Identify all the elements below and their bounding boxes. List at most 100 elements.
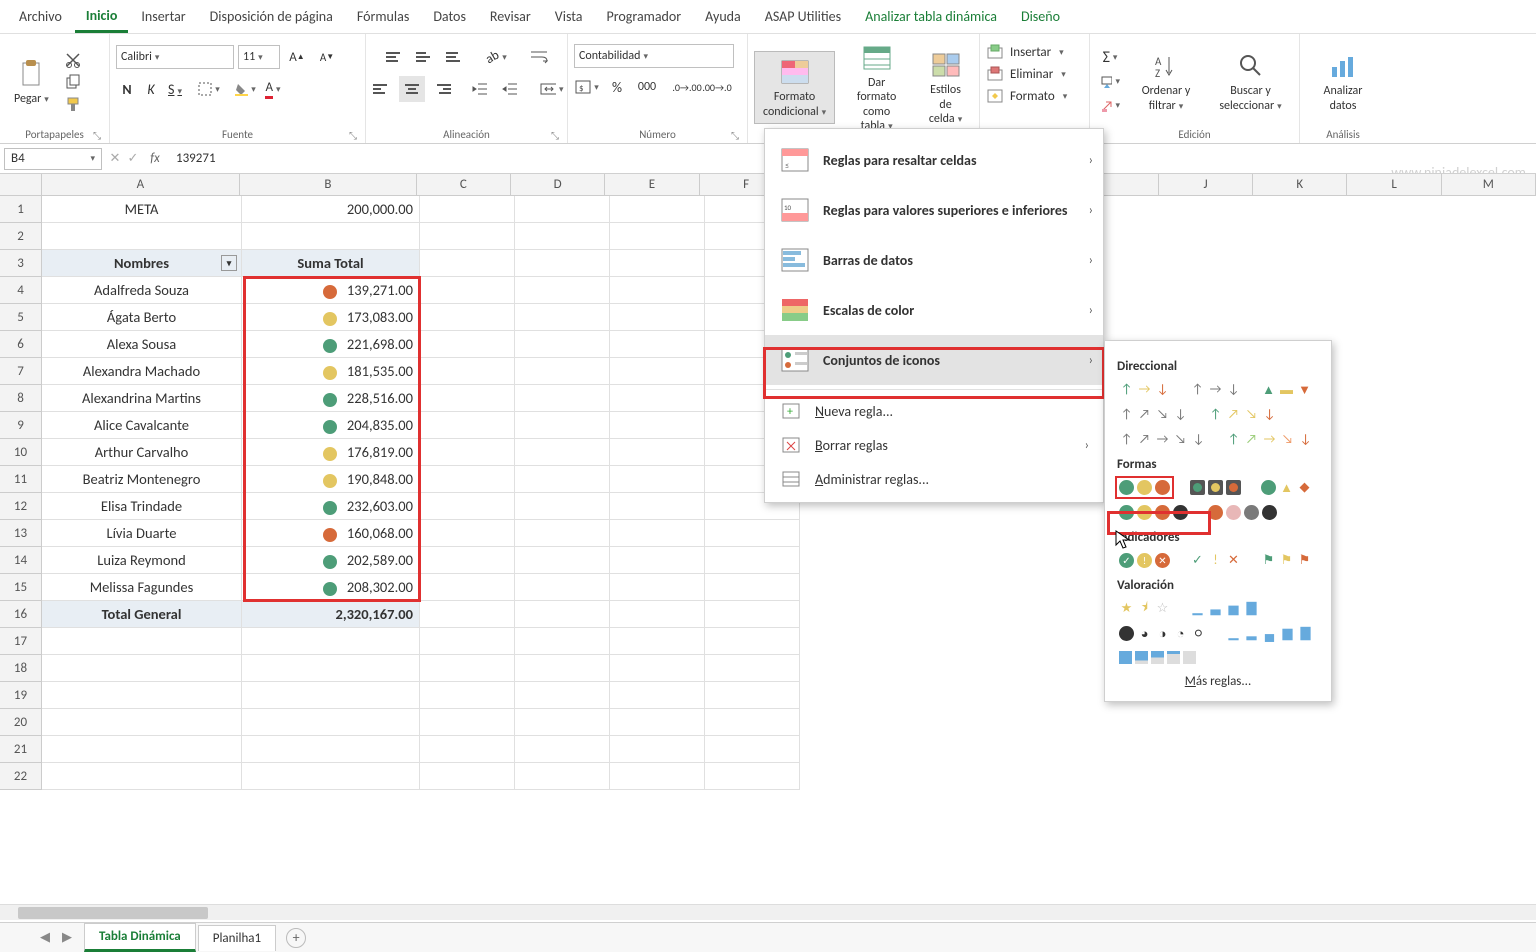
pivot-header-total[interactable]: Suma Total (242, 250, 420, 277)
value-cell[interactable]: 176,819.00 (242, 439, 420, 466)
select-all-corner[interactable] (0, 174, 42, 196)
name-cell[interactable]: Alexandra Machado (42, 358, 242, 385)
cf-color-scales[interactable]: Escalas de color› (765, 285, 1103, 335)
tab-nav-next[interactable]: ▶ (62, 930, 72, 945)
row-header[interactable]: 1 (0, 196, 42, 223)
name-cell[interactable]: Ágata Berto (42, 304, 242, 331)
iconset-3arrows-colored[interactable]: ↑→↓ (1117, 380, 1172, 399)
font-dialog-launcher[interactable]: ⤡ (349, 129, 361, 141)
iconset-more-rules[interactable]: Más reglas... (1117, 666, 1319, 691)
sheet-tab-dinamica[interactable]: Tabla Dinámica (84, 923, 196, 952)
menu-archivo[interactable]: Archivo (8, 2, 73, 31)
menu-ayuda[interactable]: Ayuda (694, 2, 752, 31)
insert-cells-button[interactable]: Insertar▾ (986, 42, 1064, 62)
sheet-tab-planilha1[interactable]: Planilha1 (198, 925, 276, 951)
border-button[interactable] (196, 76, 222, 102)
paste-button[interactable]: Pegar (6, 54, 57, 110)
delete-cells-button[interactable]: Eliminar▾ (986, 64, 1066, 84)
cell-styles-button[interactable]: Estilos de celda (918, 45, 973, 130)
iconset-4-traffic-lights[interactable] (1117, 503, 1190, 522)
iconset-3-stars[interactable]: ★⯨☆ (1117, 599, 1172, 618)
format-cells-button[interactable]: Formato▾ (986, 86, 1067, 106)
iconset-3triangles[interactable]: ▲▬▼ (1259, 380, 1314, 399)
name-cell[interactable]: Lívia Duarte (42, 520, 242, 547)
menu-inicio[interactable]: Inicio (75, 1, 129, 33)
analyze-data-button[interactable]: Analizar datos (1306, 46, 1380, 117)
copy-icon[interactable] (63, 73, 83, 91)
value-cell[interactable]: 173,083.00 (242, 304, 420, 331)
cancel-formula-icon[interactable]: ✕ (106, 151, 124, 166)
iconset-3-traffic-lights-unrimmed[interactable] (1117, 478, 1172, 497)
number-dialog-launcher[interactable]: ⤡ (731, 129, 743, 141)
comma-icon[interactable]: 000 (634, 74, 660, 100)
format-as-table-button[interactable]: Dar formato como tabla (839, 38, 914, 138)
value-cell[interactable]: 232,603.00 (242, 493, 420, 520)
merge-button[interactable] (539, 76, 565, 102)
col-header-k[interactable]: K (1253, 174, 1347, 196)
name-cell[interactable]: Elisa Trindade (42, 493, 242, 520)
pivot-header-nombres[interactable]: Nombres▾ (42, 250, 242, 277)
col-header-a[interactable]: A (42, 174, 240, 196)
iconset-3arrows-gray[interactable]: ↑→↓ (1188, 380, 1243, 399)
menu-insertar[interactable]: Insertar (130, 2, 196, 31)
iconset-red-to-black[interactable] (1206, 503, 1279, 522)
iconset-3-flags[interactable]: ⚑⚑⚑ (1259, 551, 1314, 570)
fill-color-button[interactable] (232, 76, 258, 102)
iconset-3-signs[interactable]: ▲◆ (1259, 478, 1314, 497)
menu-formulas[interactable]: Fórmulas (346, 2, 420, 31)
cell-b1[interactable]: 200,000.00 (242, 196, 420, 223)
col-header-l[interactable]: L (1347, 174, 1441, 196)
iconset-4-ratings-bars[interactable]: ▁▃▅▇ (1188, 599, 1261, 618)
iconset-5arrows-gray[interactable]: ↑↗→↘↓ (1117, 430, 1208, 449)
font-color-button[interactable]: A (260, 76, 286, 102)
orientation-icon[interactable]: ab (484, 44, 510, 70)
value-cell[interactable]: 208,302.00 (242, 574, 420, 601)
autosum-icon[interactable]: Σ (1100, 49, 1120, 67)
wrap-text-icon[interactable] (526, 44, 552, 70)
align-left-icon[interactable] (369, 76, 395, 102)
col-header-j[interactable]: J (1159, 174, 1253, 196)
col-header-m[interactable]: M (1442, 174, 1536, 196)
menu-analizar-tabla[interactable]: Analizar tabla dinámica (854, 2, 1008, 31)
increase-font-icon[interactable]: A▲ (284, 44, 310, 70)
increase-decimal-icon[interactable]: .0→.00 (674, 74, 700, 100)
conditional-format-button[interactable]: Formato condicional (754, 51, 835, 124)
increase-indent-icon[interactable] (497, 76, 523, 102)
col-header-b[interactable]: B (240, 174, 417, 196)
align-bottom-icon[interactable] (442, 44, 468, 70)
sort-filter-button[interactable]: AZ Ordenar y filtrar (1130, 46, 1202, 117)
menu-disposicion[interactable]: Disposición de página (199, 2, 344, 31)
name-cell[interactable]: Melissa Fagundes (42, 574, 242, 601)
align-middle-icon[interactable] (412, 44, 438, 70)
decrease-indent-icon[interactable] (467, 76, 493, 102)
col-header-c[interactable]: C (417, 174, 511, 196)
value-cell[interactable]: 139,271.00 (242, 277, 420, 304)
iconset-5-ratings-bars[interactable]: ▁▂▄▆▇ (1224, 624, 1315, 643)
decrease-decimal-icon[interactable]: .00→.0 (704, 74, 730, 100)
percent-icon[interactable]: % (604, 74, 630, 100)
menu-vista[interactable]: Vista (544, 2, 594, 31)
fill-icon[interactable] (1100, 73, 1120, 91)
value-cell[interactable]: 204,835.00 (242, 412, 420, 439)
col-header-e[interactable]: E (605, 174, 699, 196)
iconset-3-symbols-uncircled[interactable]: ✓!✕ (1188, 551, 1243, 570)
horizontal-scrollbar[interactable] (0, 904, 1536, 920)
menu-diseno[interactable]: Diseño (1010, 2, 1071, 31)
underline-button[interactable]: S (164, 81, 186, 98)
col-header-d[interactable]: D (511, 174, 605, 196)
iconset-5-boxes[interactable] (1117, 649, 1198, 666)
total-value[interactable]: 2,320,167.00 (242, 601, 420, 628)
alignment-dialog-launcher[interactable]: ⤡ (551, 129, 563, 141)
name-cell[interactable]: Adalfreda Souza (42, 277, 242, 304)
cf-manage-rules[interactable]: Administrar reglas... (765, 462, 1103, 496)
format-painter-icon[interactable] (63, 95, 83, 113)
total-label[interactable]: Total General (42, 601, 242, 628)
iconset-5arrows-colored[interactable]: ↑↗→↘↓ (1224, 430, 1315, 449)
value-cell[interactable]: 160,068.00 (242, 520, 420, 547)
name-cell[interactable]: Arthur Carvalho (42, 439, 242, 466)
iconset-3-traffic-lights-rimmed[interactable] (1188, 478, 1243, 497)
value-cell[interactable]: 181,535.00 (242, 358, 420, 385)
menu-programador[interactable]: Programador (595, 2, 692, 31)
value-cell[interactable]: 190,848.00 (242, 466, 420, 493)
tab-nav-prev[interactable]: ◀ (40, 930, 50, 945)
